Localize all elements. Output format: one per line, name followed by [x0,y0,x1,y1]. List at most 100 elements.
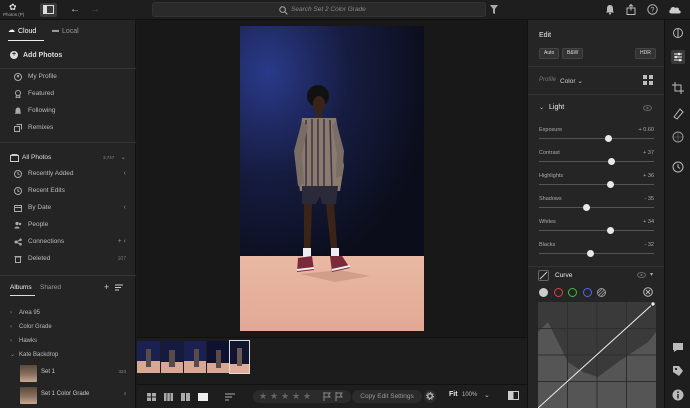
star-icon[interactable]: ★ [292,391,300,402]
sidebar-item-remixes[interactable]: Remixes [0,120,136,136]
sidebar-item-all-photos[interactable]: All Photos 3,747 ⌄ [0,150,136,166]
compare-view-icon[interactable] [181,393,190,401]
eye-icon[interactable] [637,272,646,278]
contrast-slider[interactable]: Contrast + 37 [528,150,665,173]
sidebar-toggle-button[interactable] [40,3,57,17]
search-bar[interactable] [152,2,486,17]
sidebar-item-people[interactable]: People [0,217,136,233]
comment-icon[interactable] [671,340,685,354]
sort-icon[interactable] [115,283,124,292]
history-icon[interactable] [671,160,685,174]
red-channel-button[interactable] [554,288,563,297]
sidebar-item-connections[interactable]: Connections + ‹ [0,234,136,250]
back-button[interactable]: ← [68,3,82,17]
grid-view-icon[interactable] [147,393,156,401]
add-connection-icon[interactable]: + ‹ [118,234,126,250]
slider-thumb[interactable] [606,227,614,234]
blue-channel-button[interactable] [583,288,592,297]
forward-button[interactable]: → [88,3,102,17]
bell-icon[interactable] [605,4,615,15]
copy-edit-settings-button[interactable]: Copy Edit Settings [352,390,422,403]
sidebar-item-by-date[interactable]: By Date ‹ [0,200,136,216]
curve-section-header[interactable]: Curve ▾ [528,266,665,282]
cloud-sync-icon[interactable] [668,4,682,15]
star-icon[interactable]: ★ [281,391,289,402]
chevron-left-icon[interactable]: ‹ [124,166,126,182]
slider-track[interactable] [539,230,654,231]
slider-thumb[interactable] [604,135,612,142]
edit-tool-button[interactable] [671,50,685,64]
highlights-slider[interactable]: Highlights + 36 [528,173,665,196]
zoom-level[interactable]: 100% [462,392,477,398]
info-icon[interactable] [671,388,685,402]
slider-thumb[interactable] [587,250,595,257]
sidebar-item-recent-edits[interactable]: Recent Edits [0,183,136,199]
flag-icon[interactable] [323,392,331,401]
slider-track[interactable] [539,138,654,139]
sidebar-item-following[interactable]: Following [0,103,136,119]
tab-local[interactable]: ▬ Local [52,24,79,38]
healing-brush-icon[interactable] [671,106,685,120]
sort-icon[interactable] [225,393,236,401]
help-icon[interactable]: ? [647,4,658,15]
light-section-header[interactable]: ⌄ Light [528,102,665,116]
profile-dropdown[interactable]: Color ⌄ [560,77,583,85]
tone-curve-graph[interactable] [538,302,656,408]
filter-icon[interactable] [490,5,498,14]
exposure-slider[interactable]: Exposure + 0.60 [528,127,665,150]
tab-albums[interactable]: Albums [10,284,32,291]
shadows-slider[interactable]: Shadows - 35 [528,196,665,219]
hdr-button[interactable]: HDR [635,48,656,59]
reset-curve-icon[interactable] [643,287,653,297]
green-channel-button[interactable] [568,288,577,297]
fit-button[interactable]: Fit [449,391,458,398]
masking-icon[interactable] [671,130,685,144]
eye-icon[interactable] [643,105,652,111]
parametric-curve-icon[interactable] [597,288,606,297]
album-set-1[interactable]: Set 1 323 [0,363,136,383]
curve-toggle[interactable] [538,270,549,281]
star-icon[interactable]: ★ [270,391,278,402]
film-thumbnail[interactable] [137,341,160,373]
add-photos-button[interactable]: + Add Photos [10,50,62,62]
curve-point[interactable] [650,302,656,307]
sidebar-item-recently-added[interactable]: Recently Added ‹ [0,166,136,182]
film-thumbnail[interactable] [184,341,206,373]
album-folder-kate-backdrop[interactable]: ⌄ Kate Backdrop [0,348,136,362]
film-thumbnail-selected[interactable] [229,340,250,374]
tab-cloud[interactable]: ☁ Cloud [8,24,36,38]
slider-thumb[interactable] [582,204,590,211]
auto-button[interactable]: Auto [539,48,560,59]
detail-view-icon[interactable] [198,393,208,401]
app-logo[interactable]: ✿ Photos (P) [3,2,31,18]
chevron-left-icon[interactable]: ‹ [124,200,126,216]
tag-icon[interactable] [671,364,685,378]
crop-icon[interactable] [671,81,685,95]
slider-track[interactable] [539,253,654,254]
main-photo[interactable] [240,26,424,331]
film-thumbnail[interactable] [207,341,229,373]
settings-button[interactable] [424,390,436,403]
add-album-icon[interactable]: + [104,282,109,292]
profile-browser-icon[interactable] [643,75,653,85]
chevron-down-icon[interactable]: ⌄ [484,391,490,399]
square-grid-icon[interactable] [164,393,173,401]
share-icon[interactable] [626,4,636,15]
photo-canvas[interactable] [137,20,527,337]
star-icon[interactable]: ★ [303,391,311,402]
sidebar-item-featured[interactable]: Featured [0,86,136,102]
reject-flag-icon[interactable] [335,392,343,401]
album-folder-hawks[interactable]: › Hawks [0,334,136,348]
bw-button[interactable]: B&W [562,48,584,59]
slider-track[interactable] [539,161,654,162]
whites-slider[interactable]: Whites + 34 [528,219,665,242]
tab-shared[interactable]: Shared [40,284,61,291]
auto-icon[interactable] [671,26,685,40]
slider-track[interactable] [539,207,654,208]
film-thumbnail[interactable] [161,341,183,373]
slider-thumb[interactable] [607,158,615,165]
star-icon[interactable]: ★ [259,391,267,402]
blacks-slider[interactable]: Blacks - 32 [528,242,665,265]
album-folder-area-95[interactable]: › Area 95 [0,306,136,320]
sidebar-item-my-profile[interactable]: My Profile [0,69,136,85]
